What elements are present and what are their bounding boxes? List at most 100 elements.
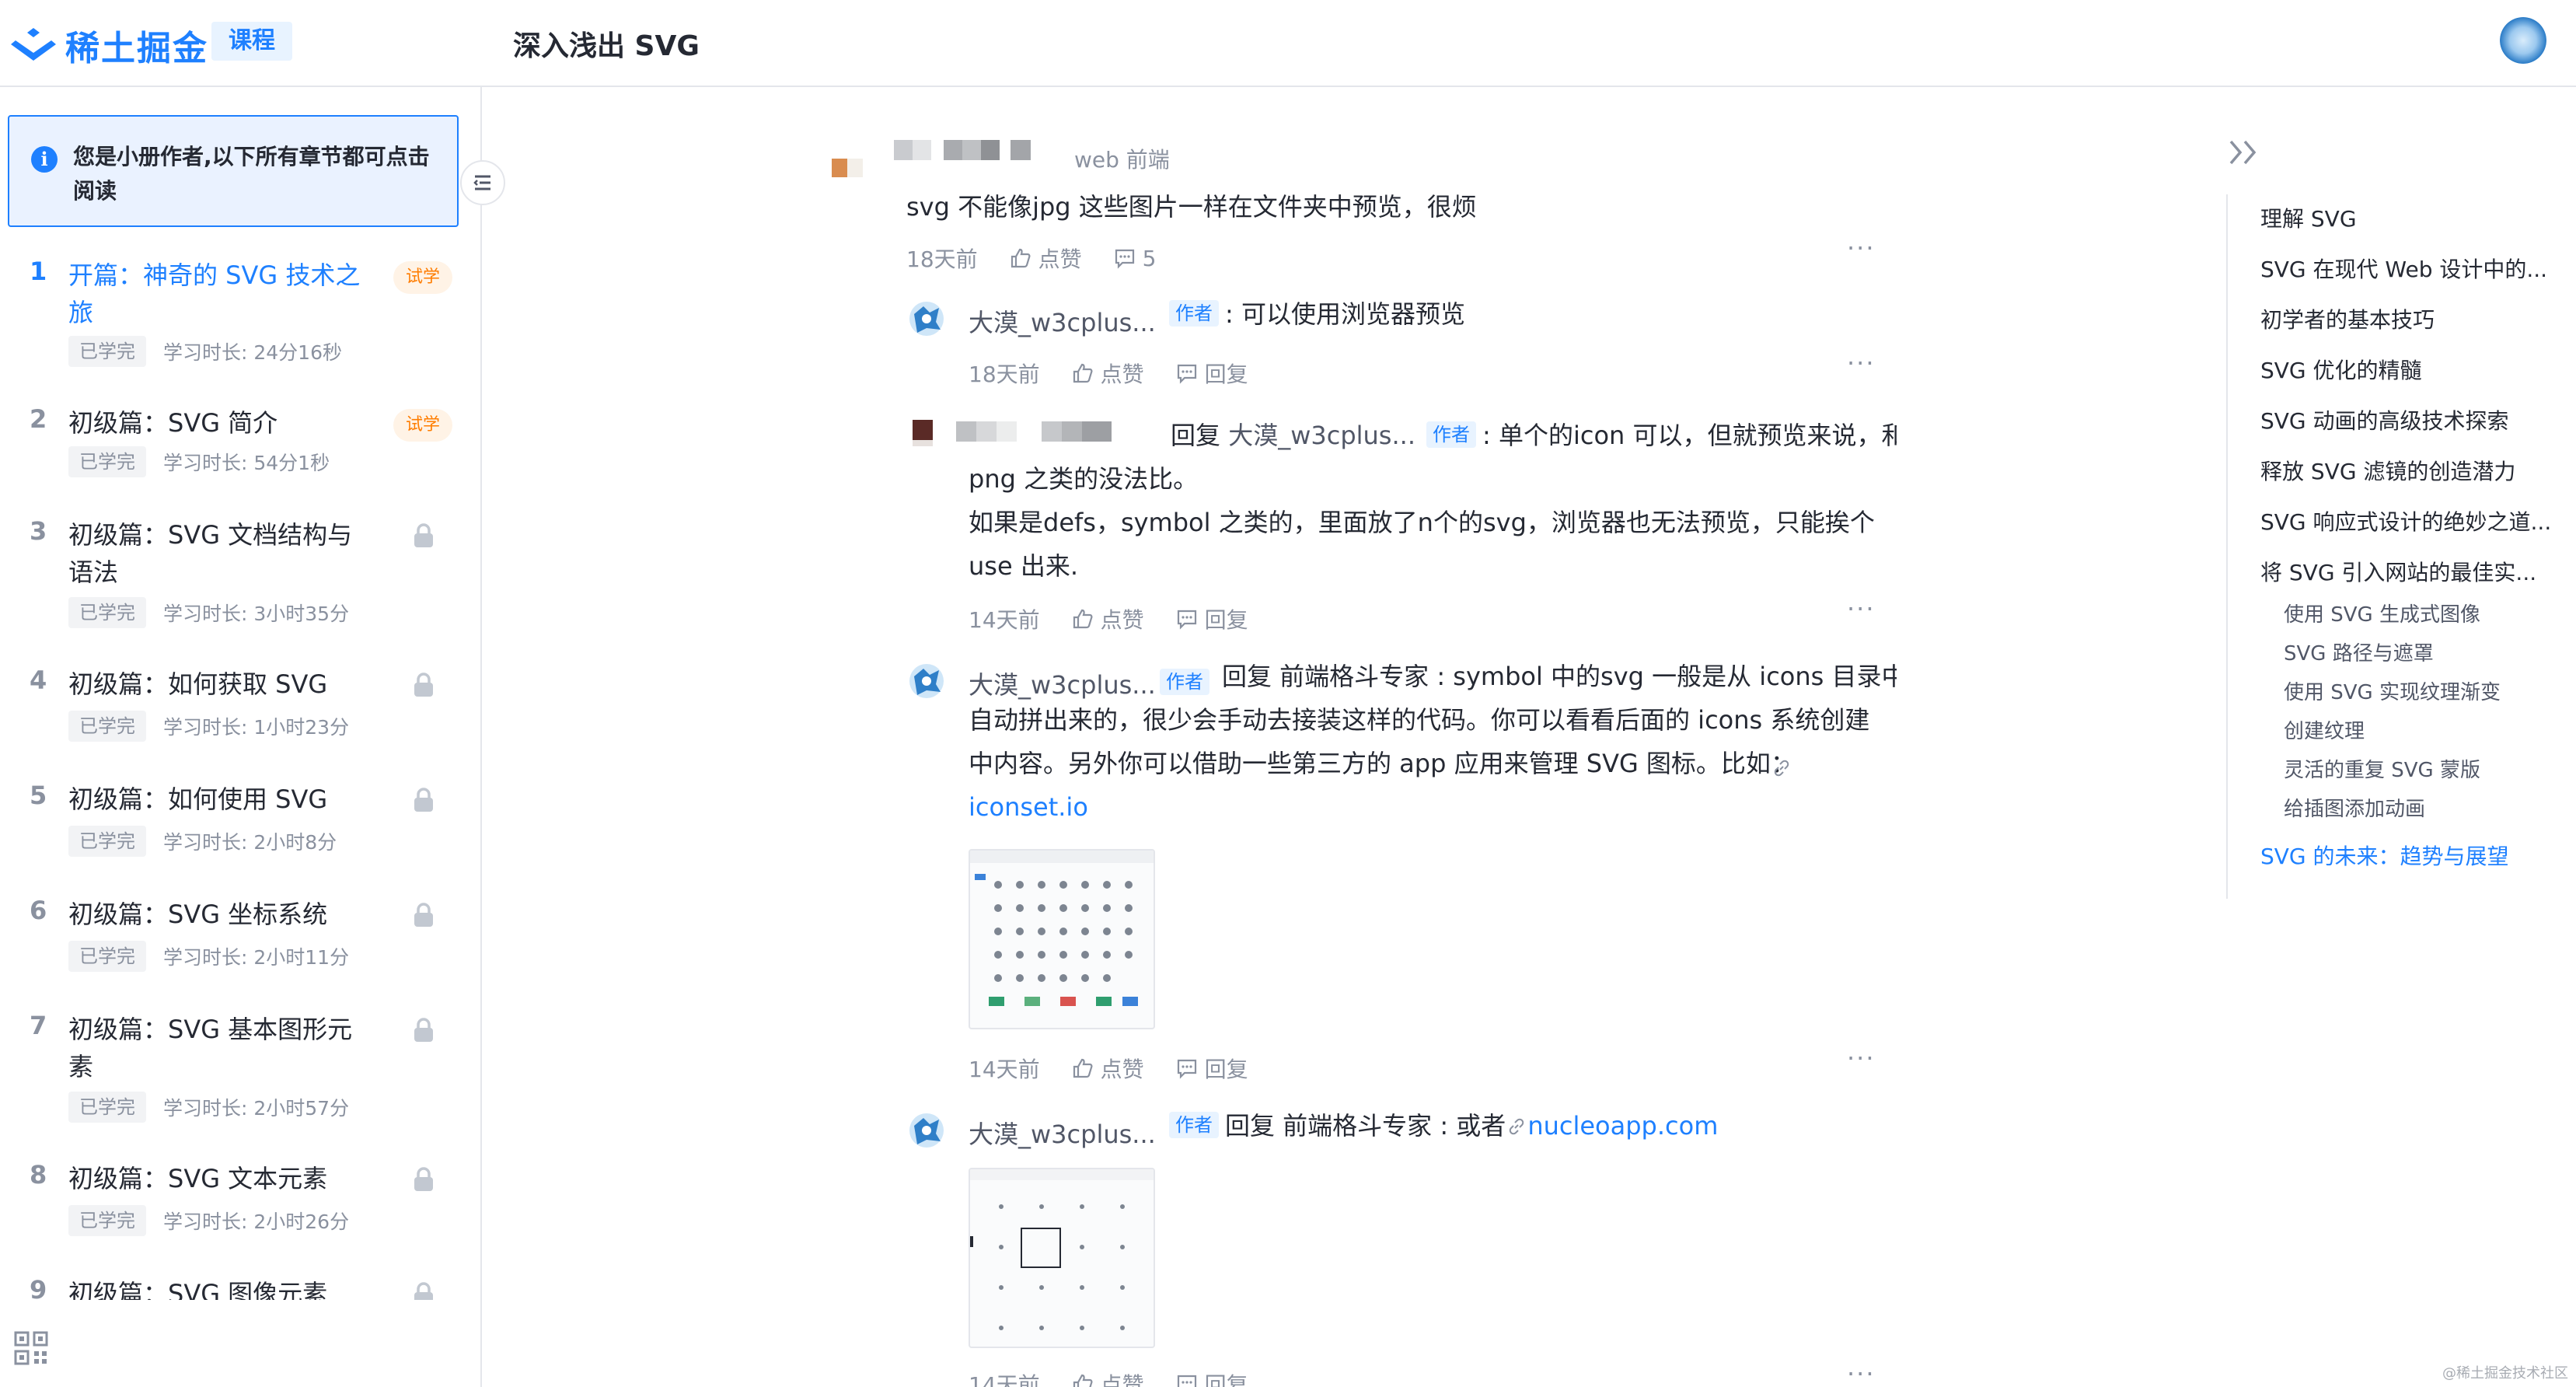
toc-subitem[interactable]: SVG 路径与遮罩 — [2284, 638, 2434, 666]
study-time: 学习时长: 1小时23分 — [163, 716, 350, 739]
comment-icon — [1177, 1059, 1196, 1079]
username-redacted — [894, 140, 1031, 160]
screenshot-thumbnail — [970, 1169, 1154, 1330]
chapter-meta: 已学完 学习时长: 2小时26分 — [68, 1205, 349, 1236]
reply-text: : 可以使用浏览器预览 — [1225, 299, 1465, 329]
toc-subitem[interactable]: 使用 SVG 实现纹理渐变 — [2284, 676, 2501, 705]
toc-item[interactable]: 释放 SVG 滤镜的创造潜力 — [2260, 455, 2515, 486]
more-menu-button[interactable]: ··· — [1847, 1043, 1876, 1073]
image-attachment[interactable] — [969, 1168, 1155, 1348]
status-badge: 已学完 — [68, 336, 146, 367]
more-menu-button[interactable]: ··· — [1847, 1359, 1876, 1387]
external-link[interactable]: iconset.io — [969, 792, 1088, 822]
like-label: 点赞 — [1100, 607, 1144, 633]
reply-to-username[interactable]: 大漠_w3cplus... — [1228, 421, 1415, 450]
like-label: 点赞 — [1100, 1372, 1144, 1387]
reply-text-line3: 如果是defs，symbol 之类的，里面放了n个的svg，浏览器也无法预览，只… — [969, 508, 1875, 537]
toc-subitem[interactable]: 使用 SVG 生成式图像 — [2284, 599, 2480, 627]
like-label: 点赞 — [1100, 362, 1144, 387]
reply-count-button[interactable]: 5 — [1113, 245, 1157, 271]
chapter-item[interactable]: 2 初级篇：SVG 简介 试学 已学完 学习时长: 54分1秒 — [0, 398, 480, 510]
reply-text-line1: : 单个的icon 可以，但就预览来说，和 — [1482, 421, 1897, 450]
toc-subitem[interactable]: 给插图添加动画 — [2284, 793, 2425, 822]
thumb-up-icon — [1011, 248, 1031, 268]
author-avatar[interactable] — [906, 299, 947, 339]
image-attachment[interactable] — [969, 849, 1155, 1029]
chapter-sidebar: i 您是小册作者,以下所有章节都可点击阅读 1 开篇：神奇的 SVG 技术之旅 … — [0, 87, 482, 1387]
avatar[interactable] — [906, 417, 947, 457]
reply-button[interactable]: 回复 — [1175, 358, 1248, 389]
comment-icon — [1177, 1375, 1196, 1387]
sidebar-collapse-button[interactable] — [460, 160, 505, 205]
course-tag[interactable]: 课程 — [211, 22, 292, 61]
toc-item[interactable]: 理解 SVG — [2260, 202, 2357, 233]
author-badge: 作者 — [1169, 1112, 1219, 1138]
reply-username[interactable]: 大漠_w3cplus... — [969, 1115, 1156, 1151]
more-menu-button[interactable]: ··· — [1847, 348, 1876, 378]
reply-username[interactable]: 大漠_w3cplus... — [969, 303, 1156, 339]
chapter-number: 5 — [30, 781, 47, 810]
reply-label: 回复 — [1204, 1057, 1248, 1082]
toc-subitem[interactable]: 创建纹理 — [2284, 715, 2365, 744]
toc-item[interactable]: SVG 响应式设计的绝妙之道... — [2260, 505, 2551, 536]
reply-count: 5 — [1142, 245, 1157, 271]
external-link[interactable]: nucleoapp.com — [1527, 1111, 1718, 1141]
chapter-item[interactable]: 8 初级篇：SVG 文本元素 已学完 学习时长: 2小时26分 — [0, 1154, 480, 1269]
like-button[interactable]: 点赞 — [1071, 1053, 1144, 1084]
study-time: 学习时长: 54分1秒 — [163, 452, 330, 474]
user-avatar[interactable] — [2500, 17, 2546, 64]
link-icon — [1774, 760, 1789, 777]
lock-icon — [414, 788, 433, 812]
user-job: web 前端 — [1074, 147, 1170, 173]
reply-button[interactable]: 回复 — [1175, 1368, 1248, 1387]
status-badge: 已学完 — [68, 1205, 146, 1236]
chapter-item[interactable]: 4 初级篇：如何获取 SVG 已学完 学习时长: 1小时23分 — [0, 659, 480, 774]
chapter-item[interactable]: 1 开篇：神奇的 SVG 技术之旅 试学 已学完 学习时长: 24分16秒 — [0, 250, 480, 398]
comment-text: svg 不能像jpg 这些图片一样在文件夹中预览，很烦 — [906, 192, 1477, 222]
chapter-item[interactable]: 7 初级篇：SVG 基本图形元素 已学完 学习时长: 2小时57分 — [0, 1004, 480, 1154]
thumb-up-icon — [1073, 1058, 1093, 1078]
chapter-list: 1 开篇：神奇的 SVG 技术之旅 试学 已学完 学习时长: 24分16秒 2 … — [0, 250, 480, 1331]
like-button[interactable]: 点赞 — [1009, 243, 1082, 274]
toc-item[interactable]: 将 SVG 引入网站的最佳实... — [2260, 556, 2536, 587]
reply-time: 14天前 — [969, 1057, 1040, 1082]
chapter-item[interactable]: 5 初级篇：如何使用 SVG 已学完 学习时长: 2小时8分 — [0, 774, 480, 889]
comment-list: web 前端 svg 不能像jpg 这些图片一样在文件夹中预览，很烦 18天前 … — [824, 124, 1897, 1387]
like-button[interactable]: 点赞 — [1071, 358, 1144, 389]
study-time: 学习时长: 3小时35分 — [163, 603, 350, 625]
avatar[interactable] — [827, 159, 867, 199]
more-menu-button[interactable]: ··· — [1847, 594, 1876, 624]
study-time: 学习时长: 2小时11分 — [163, 946, 350, 969]
reply-label: 回复 — [1204, 1372, 1248, 1387]
toc-expand-icon[interactable] — [2226, 137, 2264, 168]
reply-button[interactable]: 回复 — [1175, 603, 1248, 634]
trial-badge: 试学 — [393, 409, 453, 442]
like-button[interactable]: 点赞 — [1071, 1368, 1144, 1387]
toc-subitem[interactable]: 灵活的重复 SVG 蒙版 — [2284, 754, 2480, 783]
author-avatar[interactable] — [906, 1110, 947, 1151]
toc-item[interactable]: SVG 优化的精髓 — [2260, 354, 2422, 385]
status-badge: 已学完 — [68, 597, 146, 628]
author-avatar[interactable] — [906, 661, 947, 701]
like-label: 点赞 — [1100, 1057, 1144, 1082]
chapter-item[interactable]: 6 初级篇：SVG 坐标系统 已学完 学习时长: 2小时11分 — [0, 889, 480, 1004]
toc-item[interactable]: 初学者的基本技巧 — [2260, 303, 2435, 334]
chapter-title: 初级篇：SVG 简介 — [68, 408, 278, 438]
toc-item[interactable]: SVG 在现代 Web 设计中的... — [2260, 253, 2547, 284]
like-button[interactable]: 点赞 — [1071, 603, 1144, 634]
reply-button[interactable]: 回复 — [1175, 1053, 1248, 1084]
chapter-title: 初级篇：SVG 文档结构与语法 — [68, 520, 353, 587]
chapter-item[interactable]: 3 初级篇：SVG 文档结构与语法 已学完 学习时长: 3小时35分 — [0, 510, 480, 659]
chapter-title: 初级篇：SVG 坐标系统 — [68, 900, 328, 929]
toc-item-active[interactable]: SVG 的未来：趋势与展望 — [2260, 840, 2509, 871]
toc-item[interactable]: SVG 动画的高级技术探索 — [2260, 404, 2509, 435]
more-menu-button[interactable]: ··· — [1847, 233, 1876, 263]
status-badge: 已学完 — [68, 941, 146, 972]
chapter-meta: 已学完 学习时长: 24分16秒 — [68, 336, 342, 367]
logo-text: 稀土掘金 — [65, 29, 208, 68]
trial-badge: 试学 — [393, 261, 453, 294]
author-badge: 作者 — [1169, 300, 1219, 327]
study-time: 学习时长: 24分16秒 — [163, 341, 342, 364]
qrcode-icon[interactable] — [14, 1331, 48, 1365]
juejin-logo[interactable]: 稀土掘金 — [9, 20, 208, 70]
